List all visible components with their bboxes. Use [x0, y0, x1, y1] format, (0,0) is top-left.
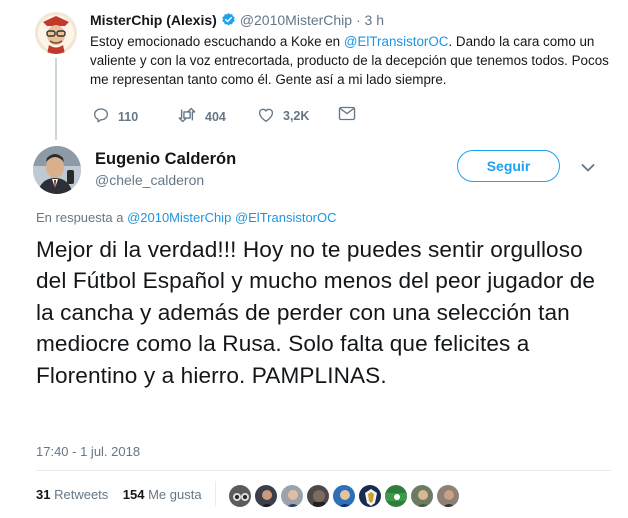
liker-avatar[interactable] — [306, 484, 330, 508]
parent-author-handle[interactable]: @2010MisterChip — [240, 12, 352, 28]
reply-icon — [92, 106, 110, 127]
liker-avatar[interactable] — [254, 484, 278, 508]
likes-count: 154 — [122, 487, 145, 502]
retweet-action[interactable]: 404 — [177, 106, 226, 127]
reply-action[interactable]: 110 — [92, 106, 138, 127]
author-avatar[interactable] — [33, 146, 81, 194]
liker-avatar[interactable] — [332, 484, 356, 508]
reply-count: 110 — [118, 109, 139, 124]
verified-badge-icon — [221, 12, 236, 30]
reply-context: En respuesta a @2010MisterChip @ElTransi… — [36, 210, 337, 225]
parent-tweet-header: MisterChip (Alexis) @2010MisterChip · 3 h — [90, 12, 384, 30]
header-separator: · — [355, 12, 361, 28]
liker-avatar[interactable] — [358, 484, 382, 508]
parent-tweet-text: Estoy emocionado escuchando a Koke en @E… — [90, 32, 610, 89]
retweet-icon — [177, 106, 197, 127]
like-count: 3,2K — [283, 109, 310, 123]
reply-mention-link[interactable]: @ElTransistorOC — [235, 210, 337, 225]
likes-stat[interactable]: 154 Me gusta — [123, 487, 202, 502]
tweet-text: Mejor di la verdad!!! Hoy no te puedes s… — [36, 237, 596, 388]
parent-mention-link[interactable]: @ElTransistorOC — [344, 34, 449, 49]
tweet-timestamp[interactable]: 17:40 - 1 jul. 2018 — [36, 444, 140, 459]
stats-divider — [215, 481, 216, 507]
liker-avatar[interactable] — [228, 484, 252, 508]
heart-icon — [257, 106, 275, 126]
retweet-count: 404 — [205, 109, 226, 124]
follow-button[interactable]: Seguir — [457, 150, 560, 182]
like-action[interactable]: 3,2K — [257, 106, 309, 126]
parent-author-avatar[interactable] — [35, 12, 77, 54]
liker-avatar[interactable] — [410, 484, 434, 508]
parent-author-name[interactable]: MisterChip (Alexis) — [90, 12, 217, 28]
reply-mention-link[interactable]: @2010MisterChip — [127, 210, 231, 225]
tweet-stats: 31 Retweets 154 Me gusta — [36, 487, 202, 502]
chevron-down-icon[interactable] — [581, 160, 595, 172]
author-handle[interactable]: @chele_calderon — [95, 172, 204, 188]
divider — [36, 470, 611, 471]
liker-avatar[interactable] — [436, 484, 460, 508]
parent-text-part-1: Estoy emocionado escuchando a Koke en — [90, 34, 344, 49]
retweets-label: Retweets — [54, 487, 109, 502]
retweets-count: 31 — [36, 487, 51, 502]
liker-avatar[interactable] — [384, 484, 408, 508]
likes-label: Me gusta — [148, 487, 202, 502]
author-name[interactable]: Eugenio Calderón — [95, 150, 236, 169]
envelope-icon — [338, 106, 356, 124]
direct-message-action[interactable] — [338, 106, 356, 124]
liker-avatar[interactable] — [280, 484, 304, 508]
thread-connector-line — [55, 58, 57, 140]
retweets-stat[interactable]: 31 Retweets — [36, 487, 108, 502]
reply-prefix: En respuesta a — [36, 210, 128, 225]
parent-time-ago[interactable]: 3 h — [365, 12, 384, 28]
